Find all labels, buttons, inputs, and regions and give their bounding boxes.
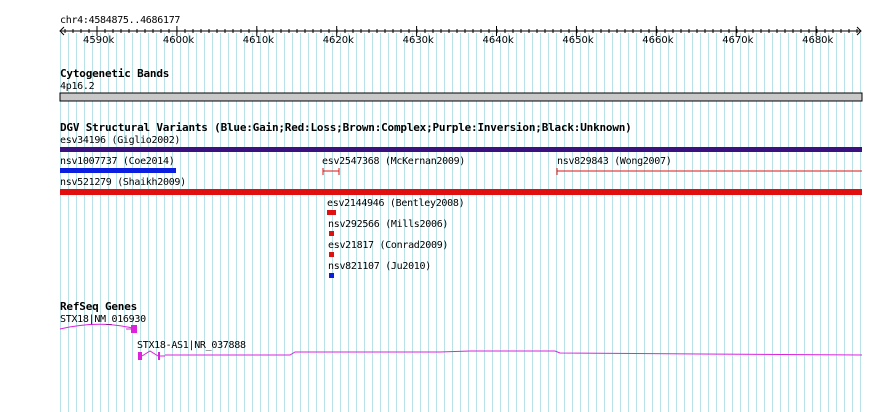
dgv-track-title: DGV Structural Variants (Blue:Gain;Red:L… <box>60 121 632 134</box>
cytoband-track-title: Cytogenetic Bands <box>60 67 170 80</box>
variant-label[interactable]: nsv521279 (Shaikh2009) <box>60 177 186 188</box>
variant-esv2547368[interactable] <box>322 168 340 175</box>
variant-label[interactable]: esv21817 (Conrad2009) <box>328 240 448 251</box>
variant-label[interactable]: nsv829843 (Wong2007) <box>557 156 672 167</box>
cytoband-label: 4p16.2 <box>60 81 95 92</box>
gene-label[interactable]: STX18-AS1|NR_037888 <box>137 340 246 351</box>
ruler-tick-label: 4640k <box>482 35 514 46</box>
variant-label[interactable]: nsv1007737 (Coe2014) <box>60 156 175 167</box>
variant-label[interactable]: esv2144946 (Bentley2008) <box>327 198 465 209</box>
ruler-tick-label: 4650k <box>562 35 594 46</box>
variant-nsv829843[interactable] <box>556 168 862 175</box>
ruler-tick-label: 4620k <box>322 35 354 46</box>
ruler-tick-label: 4590k <box>83 35 115 46</box>
genome-browser: chr4:4584875..4686177 4590k 4600k 4610k 462… <box>0 0 890 412</box>
gene-label[interactable]: STX18|NM_016930 <box>60 314 146 325</box>
gene-stx18[interactable] <box>59 323 137 333</box>
variant-nsv821107[interactable] <box>329 273 334 278</box>
ruler-tick-label: 4610k <box>242 35 275 46</box>
variant-esv34196[interactable] <box>60 147 862 152</box>
ruler-tick-label: 4630k <box>402 35 434 46</box>
variant-label[interactable]: esv34196 (Giglio2002) <box>60 135 180 146</box>
ruler-tick-label: 4670k <box>722 35 754 46</box>
ruler-tick-label: 4600k <box>162 35 195 46</box>
variant-esv21817[interactable] <box>329 252 334 257</box>
variant-nsv521279[interactable] <box>60 189 862 195</box>
ruler-tick-label: 4660k <box>642 35 674 46</box>
variant-label[interactable]: esv2547368 (McKernan2009) <box>322 156 465 167</box>
variant-nsv292566[interactable] <box>329 231 334 236</box>
variant-label[interactable]: nsv821107 (Ju2010) <box>328 261 431 272</box>
variant-esv2144946[interactable] <box>327 210 336 215</box>
ruler-tick-label: 4680k <box>802 35 834 46</box>
variant-label[interactable]: nsv292566 (Mills2006) <box>328 219 448 230</box>
region-label: chr4:4584875..4686177 <box>60 15 181 26</box>
refseq-track-title: RefSeq Genes <box>60 300 138 313</box>
variant-nsv1007737[interactable] <box>60 168 176 173</box>
cytoband-bar[interactable] <box>59 92 863 102</box>
